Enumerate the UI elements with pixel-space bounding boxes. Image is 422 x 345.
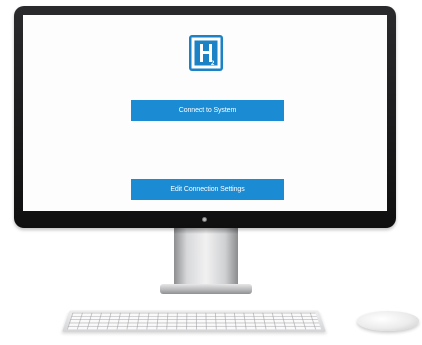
- monitor: 2 Connect to System Edit Connection Sett…: [14, 6, 396, 228]
- edit-connection-settings-button[interactable]: Edit Connection Settings: [131, 179, 284, 200]
- h2-logo-icon: 2: [189, 35, 223, 71]
- monitor-stand: [174, 228, 238, 286]
- camera-icon: [202, 217, 207, 222]
- screen: 2 Connect to System Edit Connection Sett…: [23, 15, 387, 211]
- stand-shadow: [174, 228, 238, 234]
- desktop-computer-scene: 2 Connect to System Edit Connection Sett…: [0, 0, 422, 345]
- keyboard-keys: [66, 312, 322, 330]
- mouse: [357, 311, 419, 331]
- connect-to-system-button[interactable]: Connect to System: [131, 100, 284, 121]
- keyboard: [62, 310, 326, 332]
- monitor-stand-base: [160, 284, 252, 294]
